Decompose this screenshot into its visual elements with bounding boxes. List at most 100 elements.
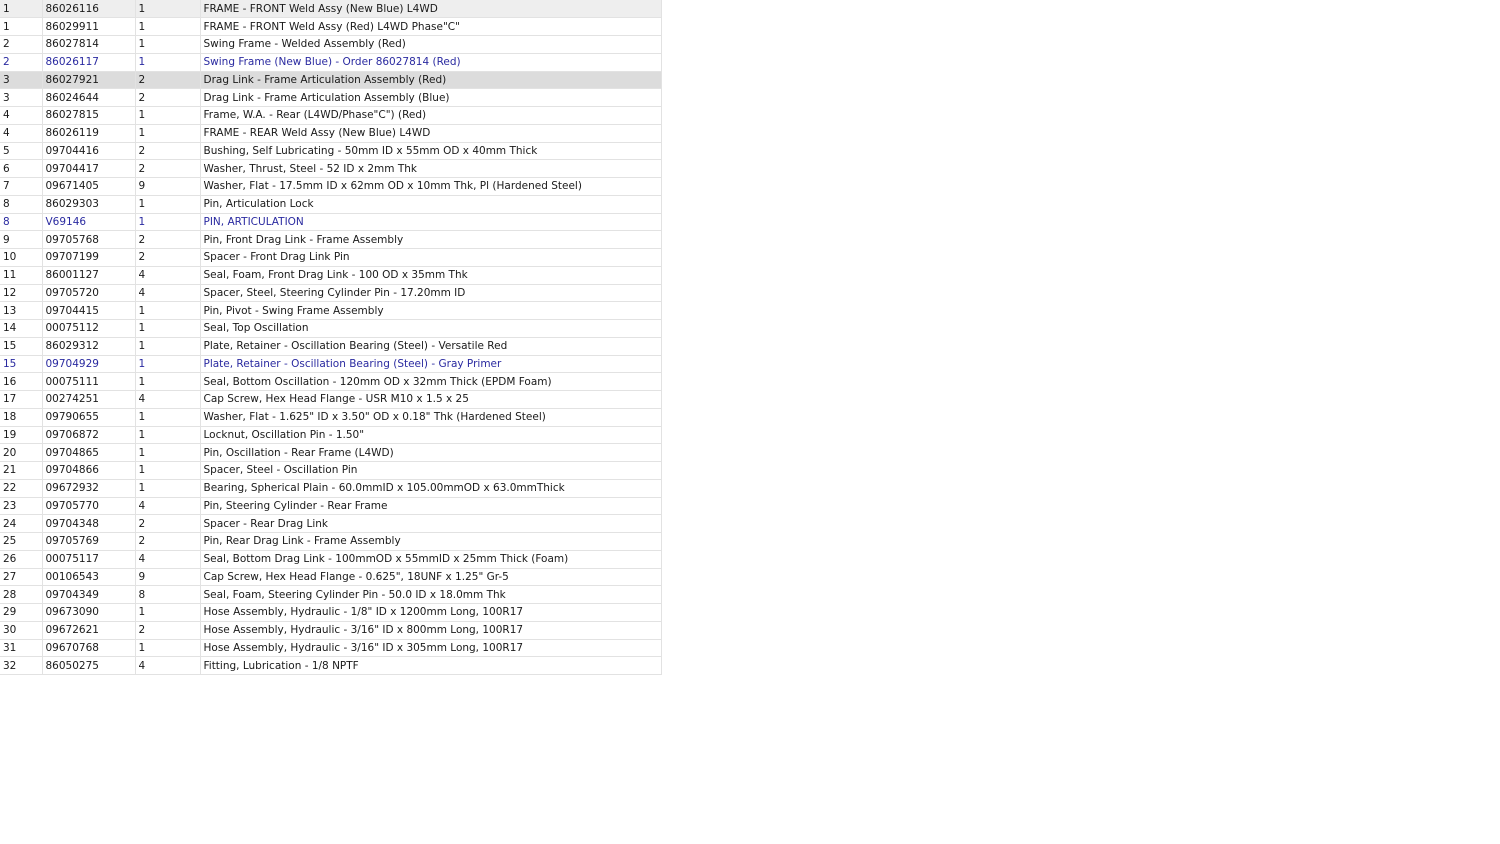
table-row[interactable]: 31 09670768 1 Hose Assembly, Hydraulic -… <box>0 639 662 658</box>
table-row[interactable]: 8 86029303 1 Pin, Articulation Lock <box>0 195 662 214</box>
table-row[interactable]: 24 09704348 2 Spacer - Rear Drag Link <box>0 514 662 533</box>
quantity-cell: 1 <box>134 355 200 374</box>
table-row[interactable]: 19 09706872 1 Locknut, Oscillation Pin -… <box>0 426 662 445</box>
table-row[interactable]: 3 86024644 2 Drag Link - Frame Articulat… <box>0 88 662 107</box>
ref-number-cell: 4 <box>0 124 42 143</box>
quantity-cell: 4 <box>134 266 200 285</box>
ref-number-cell: 8 <box>0 213 42 232</box>
table-row[interactable]: 28 09704349 8 Seal, Foam, Steering Cylin… <box>0 585 662 604</box>
description-cell: Hose Assembly, Hydraulic - 3/16" ID x 30… <box>199 639 662 658</box>
quantity-cell: 1 <box>134 443 200 462</box>
table-row[interactable]: 2 86027814 1 Swing Frame - Welded Assemb… <box>0 35 662 54</box>
description-cell: Seal, Bottom Oscillation - 120mm OD x 32… <box>199 372 662 391</box>
table-row[interactable]: 10 09707199 2 Spacer - Front Drag Link P… <box>0 248 662 267</box>
part-number-cell: 09670768 <box>41 639 135 658</box>
part-number-cell: 09704348 <box>41 514 135 533</box>
description-cell: Locknut, Oscillation Pin - 1.50" <box>199 426 662 445</box>
table-row[interactable]: 9 09705768 2 Pin, Front Drag Link - Fram… <box>0 230 662 249</box>
part-number-cell: 09705770 <box>41 497 135 516</box>
ref-number-cell: 3 <box>0 71 42 90</box>
table-row[interactable]: 1 86026116 1 FRAME - FRONT Weld Assy (Ne… <box>0 0 662 19</box>
quantity-cell: 1 <box>134 106 200 125</box>
table-row[interactable]: 29 09673090 1 Hose Assembly, Hydraulic -… <box>0 603 662 622</box>
quantity-cell: 1 <box>134 319 200 338</box>
ref-number-cell: 6 <box>0 159 42 178</box>
table-row[interactable]: 15 09704929 1 Plate, Retainer - Oscillat… <box>0 355 662 374</box>
quantity-cell: 1 <box>134 195 200 214</box>
table-row[interactable]: 18 09790655 1 Washer, Flat - 1.625" ID x… <box>0 408 662 427</box>
ref-number-cell: 24 <box>0 514 42 533</box>
table-row[interactable]: 3 86027921 2 Drag Link - Frame Articulat… <box>0 71 662 90</box>
quantity-cell: 1 <box>134 0 200 19</box>
part-number-cell: 09707199 <box>41 248 135 267</box>
quantity-cell: 2 <box>134 532 200 551</box>
table-row[interactable]: 15 86029312 1 Plate, Retainer - Oscillat… <box>0 337 662 356</box>
description-cell: FRAME - FRONT Weld Assy (Red) L4WD Phase… <box>199 17 662 36</box>
part-number-cell: 86029303 <box>41 195 135 214</box>
quantity-cell: 2 <box>134 514 200 533</box>
part-number-cell: 09672621 <box>41 621 135 640</box>
ref-number-cell: 25 <box>0 532 42 551</box>
table-row[interactable]: 4 86027815 1 Frame, W.A. - Rear (L4WD/Ph… <box>0 106 662 125</box>
quantity-cell: 1 <box>134 53 200 72</box>
ref-number-cell: 17 <box>0 390 42 409</box>
parts-table: 1 86026116 1 FRAME - FRONT Weld Assy (Ne… <box>0 0 662 675</box>
table-row[interactable]: 30 09672621 2 Hose Assembly, Hydraulic -… <box>0 621 662 640</box>
table-row[interactable]: 1 86029911 1 FRAME - FRONT Weld Assy (Re… <box>0 17 662 36</box>
ref-number-cell: 3 <box>0 88 42 107</box>
table-row[interactable]: 32 86050275 4 Fitting, Lubrication - 1/8… <box>0 656 662 675</box>
table-row[interactable]: 21 09704866 1 Spacer, Steel - Oscillatio… <box>0 461 662 480</box>
table-row[interactable]: 12 09705720 4 Spacer, Steel, Steering Cy… <box>0 284 662 303</box>
ref-number-cell: 15 <box>0 337 42 356</box>
ref-number-cell: 16 <box>0 372 42 391</box>
description-cell: FRAME - REAR Weld Assy (New Blue) L4WD <box>199 124 662 143</box>
ref-number-cell: 2 <box>0 53 42 72</box>
part-number-cell: 09704417 <box>41 159 135 178</box>
table-row[interactable]: 17 00274251 4 Cap Screw, Hex Head Flange… <box>0 390 662 409</box>
table-row[interactable]: 14 00075112 1 Seal, Top Oscillation <box>0 319 662 338</box>
table-row[interactable]: 27 00106543 9 Cap Screw, Hex Head Flange… <box>0 568 662 587</box>
ref-number-cell: 19 <box>0 426 42 445</box>
table-row[interactable]: 16 00075111 1 Seal, Bottom Oscillation -… <box>0 372 662 391</box>
description-cell: Hose Assembly, Hydraulic - 3/16" ID x 80… <box>199 621 662 640</box>
description-cell: Seal, Bottom Drag Link - 100mmOD x 55mmI… <box>199 550 662 569</box>
description-cell: Plate, Retainer - Oscillation Bearing (S… <box>199 355 662 374</box>
table-row[interactable]: 13 09704415 1 Pin, Pivot - Swing Frame A… <box>0 301 662 320</box>
part-number-cell: V69146 <box>41 213 135 232</box>
table-row[interactable]: 7 09671405 9 Washer, Flat - 17.5mm ID x … <box>0 177 662 196</box>
part-number-cell: 86001127 <box>41 266 135 285</box>
table-row[interactable]: 20 09704865 1 Pin, Oscillation - Rear Fr… <box>0 443 662 462</box>
table-row[interactable]: 8 V69146 1 PIN, ARTICULATION <box>0 213 662 232</box>
part-number-cell: 09672932 <box>41 479 135 498</box>
quantity-cell: 1 <box>134 213 200 232</box>
table-row[interactable]: 11 86001127 4 Seal, Foam, Front Drag Lin… <box>0 266 662 285</box>
table-row[interactable]: 23 09705770 4 Pin, Steering Cylinder - R… <box>0 497 662 516</box>
part-number-cell: 09790655 <box>41 408 135 427</box>
description-cell: Seal, Foam, Steering Cylinder Pin - 50.0… <box>199 585 662 604</box>
part-number-cell: 86027814 <box>41 35 135 54</box>
table-row[interactable]: 5 09704416 2 Bushing, Self Lubricating -… <box>0 142 662 161</box>
table-row[interactable]: 26 00075117 4 Seal, Bottom Drag Link - 1… <box>0 550 662 569</box>
part-number-cell: 09705768 <box>41 230 135 249</box>
quantity-cell: 4 <box>134 656 200 675</box>
description-cell: Seal, Foam, Front Drag Link - 100 OD x 3… <box>199 266 662 285</box>
ref-number-cell: 23 <box>0 497 42 516</box>
table-row[interactable]: 25 09705769 2 Pin, Rear Drag Link - Fram… <box>0 532 662 551</box>
quantity-cell: 1 <box>134 17 200 36</box>
ref-number-cell: 18 <box>0 408 42 427</box>
quantity-cell: 2 <box>134 248 200 267</box>
table-row[interactable]: 6 09704417 2 Washer, Thrust, Steel - 52 … <box>0 159 662 178</box>
ref-number-cell: 12 <box>0 284 42 303</box>
part-number-cell: 09673090 <box>41 603 135 622</box>
parts-table-body: 1 86026116 1 FRAME - FRONT Weld Assy (Ne… <box>0 0 662 675</box>
table-row[interactable]: 2 86026117 1 Swing Frame (New Blue) - Or… <box>0 53 662 72</box>
table-row[interactable]: 22 09672932 1 Bearing, Spherical Plain -… <box>0 479 662 498</box>
ref-number-cell: 10 <box>0 248 42 267</box>
ref-number-cell: 31 <box>0 639 42 658</box>
ref-number-cell: 22 <box>0 479 42 498</box>
quantity-cell: 2 <box>134 71 200 90</box>
part-number-cell: 09706872 <box>41 426 135 445</box>
table-row[interactable]: 4 86026119 1 FRAME - REAR Weld Assy (New… <box>0 124 662 143</box>
ref-number-cell: 4 <box>0 106 42 125</box>
part-number-cell: 86029312 <box>41 337 135 356</box>
